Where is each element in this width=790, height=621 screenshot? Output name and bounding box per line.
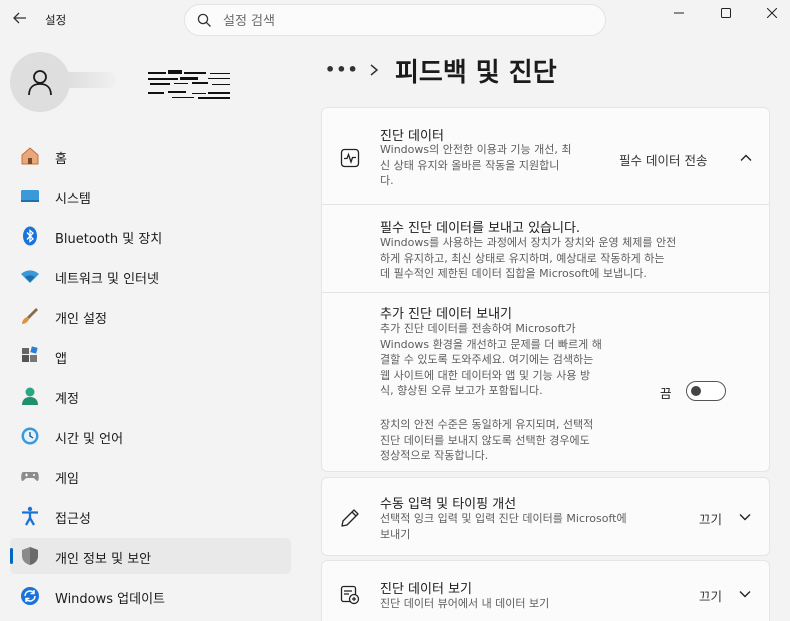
diagnostic-data-desc: Windows의 안전한 이용과 기능 개선, 최 신 상태 유지와 올바른 작…: [380, 143, 572, 187]
sidebar-item-label: 접근성: [55, 512, 91, 527]
sidebar-item-gaming[interactable]: 게임: [10, 458, 291, 494]
shield-icon: [22, 547, 38, 565]
avatar-shadow: [68, 72, 116, 88]
minimize-button[interactable]: [656, 0, 702, 26]
maximize-button[interactable]: [703, 0, 749, 26]
sidebar-item-label: 시스템: [55, 192, 91, 207]
chevron-down-icon: [739, 514, 751, 521]
title-bar: 설정: [0, 0, 790, 40]
handwriting-typing-desc: 선택적 잉크 입력 및 입력 진단 데이터를 Microsoft에 보내기: [380, 512, 627, 541]
pen-icon: [341, 509, 359, 527]
accessibility-icon: [22, 506, 38, 526]
system-icon: [21, 190, 39, 202]
page-title: 피드백 및 진단: [395, 58, 557, 88]
sidebar-item-bluetooth[interactable]: Bluetooth 및 장치: [10, 218, 291, 254]
apps-icon: [22, 346, 38, 362]
sidebar-item-label: 앱: [55, 352, 67, 367]
brush-icon: [22, 308, 38, 324]
close-button[interactable]: [749, 0, 790, 26]
optional-diagnostic-desc: 추가 진단 데이터를 전송하여 Microsoft가 Windows 환경을 개…: [380, 322, 602, 397]
wifi-icon: [21, 270, 39, 283]
update-icon: [21, 587, 39, 605]
sidebar-item-apps[interactable]: 앱: [10, 338, 291, 374]
toggle-knob: [691, 386, 701, 396]
search-box[interactable]: [184, 4, 606, 36]
handwriting-typing-title: 수동 입력 및 타이핑 개선: [380, 497, 517, 512]
sidebar-nav: 홈 시스템 Bluetooth 및 장치 네트워크 및 인터넷 개인 설정 앱 …: [10, 138, 291, 618]
search-input[interactable]: [223, 11, 583, 31]
sidebar-item-accessibility[interactable]: 접근성: [10, 498, 291, 534]
optional-diagnostic-row: 추가 진단 데이터 보내기 추가 진단 데이터를 전송하여 Microsoft가…: [322, 292, 769, 473]
sidebar-item-label: 계정: [55, 392, 79, 407]
handwriting-typing-card[interactable]: 수동 입력 및 타이핑 개선 선택적 잉크 입력 및 입력 진단 데이터를 Mi…: [321, 477, 770, 556]
sidebar-item-windows-update[interactable]: Windows 업데이트: [10, 578, 291, 614]
required-diagnostic-row: 필수 진단 데이터를 보내고 있습니다. Windows를 사용하는 과정에서 …: [322, 204, 769, 292]
sidebar-item-label: 개인 정보 및 보안: [55, 552, 152, 567]
diagnostic-viewer-status: 끄기: [699, 589, 723, 604]
sidebar-item-label: Bluetooth 및 장치: [55, 232, 163, 247]
sidebar-item-network[interactable]: 네트워크 및 인터넷: [10, 258, 291, 294]
user-profile[interactable]: [10, 52, 290, 112]
diagnostic-viewer-card[interactable]: 진단 데이터 보기 진단 데이터 뷰어에서 내 데이터 보기 끄기: [321, 560, 770, 621]
sidebar-item-system[interactable]: 시스템: [10, 178, 291, 214]
diagnostic-data-card: 진단 데이터 Windows의 안전한 이용과 기능 개선, 최 신 상태 유지…: [321, 107, 770, 472]
sidebar-item-accounts[interactable]: 계정: [10, 378, 291, 414]
chevron-down-icon: [739, 591, 751, 598]
bluetooth-icon: [23, 226, 37, 246]
optional-diagnostic-note: 장치의 안전 수준은 동일하게 유지되며, 선택적 진단 데이터를 보내지 않도…: [380, 418, 594, 462]
sidebar-item-label: 홈: [55, 152, 67, 167]
optional-diagnostic-toggle[interactable]: [686, 381, 726, 401]
sidebar-item-label: 시간 및 언어: [55, 432, 124, 447]
handwriting-typing-status: 끄기: [699, 512, 723, 527]
sidebar-item-label: 게임: [55, 472, 79, 487]
diagnostic-data-status: 필수 데이터 전송: [619, 153, 708, 168]
sidebar-item-label: 개인 설정: [55, 312, 107, 327]
person-icon: [28, 70, 52, 96]
maximize-icon: [721, 8, 731, 18]
sidebar-item-time-language[interactable]: 시간 및 언어: [10, 418, 291, 454]
gamepad-icon: [21, 472, 39, 481]
optional-diagnostic-title: 추가 진단 데이터 보내기: [380, 307, 512, 322]
back-button[interactable]: [8, 6, 32, 30]
pulse-icon: [340, 148, 360, 168]
sidebar-item-label: 네트워크 및 인터넷: [55, 272, 159, 287]
time-language-icon: [21, 427, 39, 445]
sidebar-item-privacy-security[interactable]: 개인 정보 및 보안: [10, 538, 291, 574]
diagnostic-viewer-desc: 진단 데이터 뷰어에서 내 데이터 보기: [380, 597, 550, 610]
diagnostic-viewer-title: 진단 데이터 보기: [380, 582, 472, 597]
breadcrumb-chevron-icon: [370, 64, 379, 76]
account-icon: [22, 387, 38, 405]
sidebar-item-home[interactable]: 홈: [10, 138, 291, 174]
close-icon: [767, 8, 777, 18]
optional-diagnostic-toggle-label: 끔: [660, 386, 672, 401]
sidebar-item-personalization[interactable]: 개인 설정: [10, 298, 291, 334]
avatar: [10, 52, 70, 112]
data-viewer-icon: [340, 585, 360, 605]
chevron-up-icon[interactable]: [739, 151, 753, 165]
back-arrow-icon: [13, 12, 26, 24]
home-icon: [21, 147, 39, 165]
search-icon: [197, 13, 211, 27]
breadcrumb-more-button[interactable]: •••: [325, 60, 359, 79]
sidebar-item-label: Windows 업데이트: [55, 592, 166, 607]
required-diagnostic-title: 필수 진단 데이터를 보내고 있습니다.: [380, 221, 581, 236]
app-title: 설정: [45, 13, 67, 27]
required-diagnostic-desc: Windows를 사용하는 과정에서 장치가 장치와 운영 체제를 안전 하게 …: [380, 236, 677, 280]
diagnostic-data-header[interactable]: 진단 데이터 Windows의 안전한 이용과 기능 개선, 최 신 상태 유지…: [322, 108, 769, 204]
minimize-icon: [674, 12, 684, 14]
redacted-account-name: [148, 70, 230, 99]
